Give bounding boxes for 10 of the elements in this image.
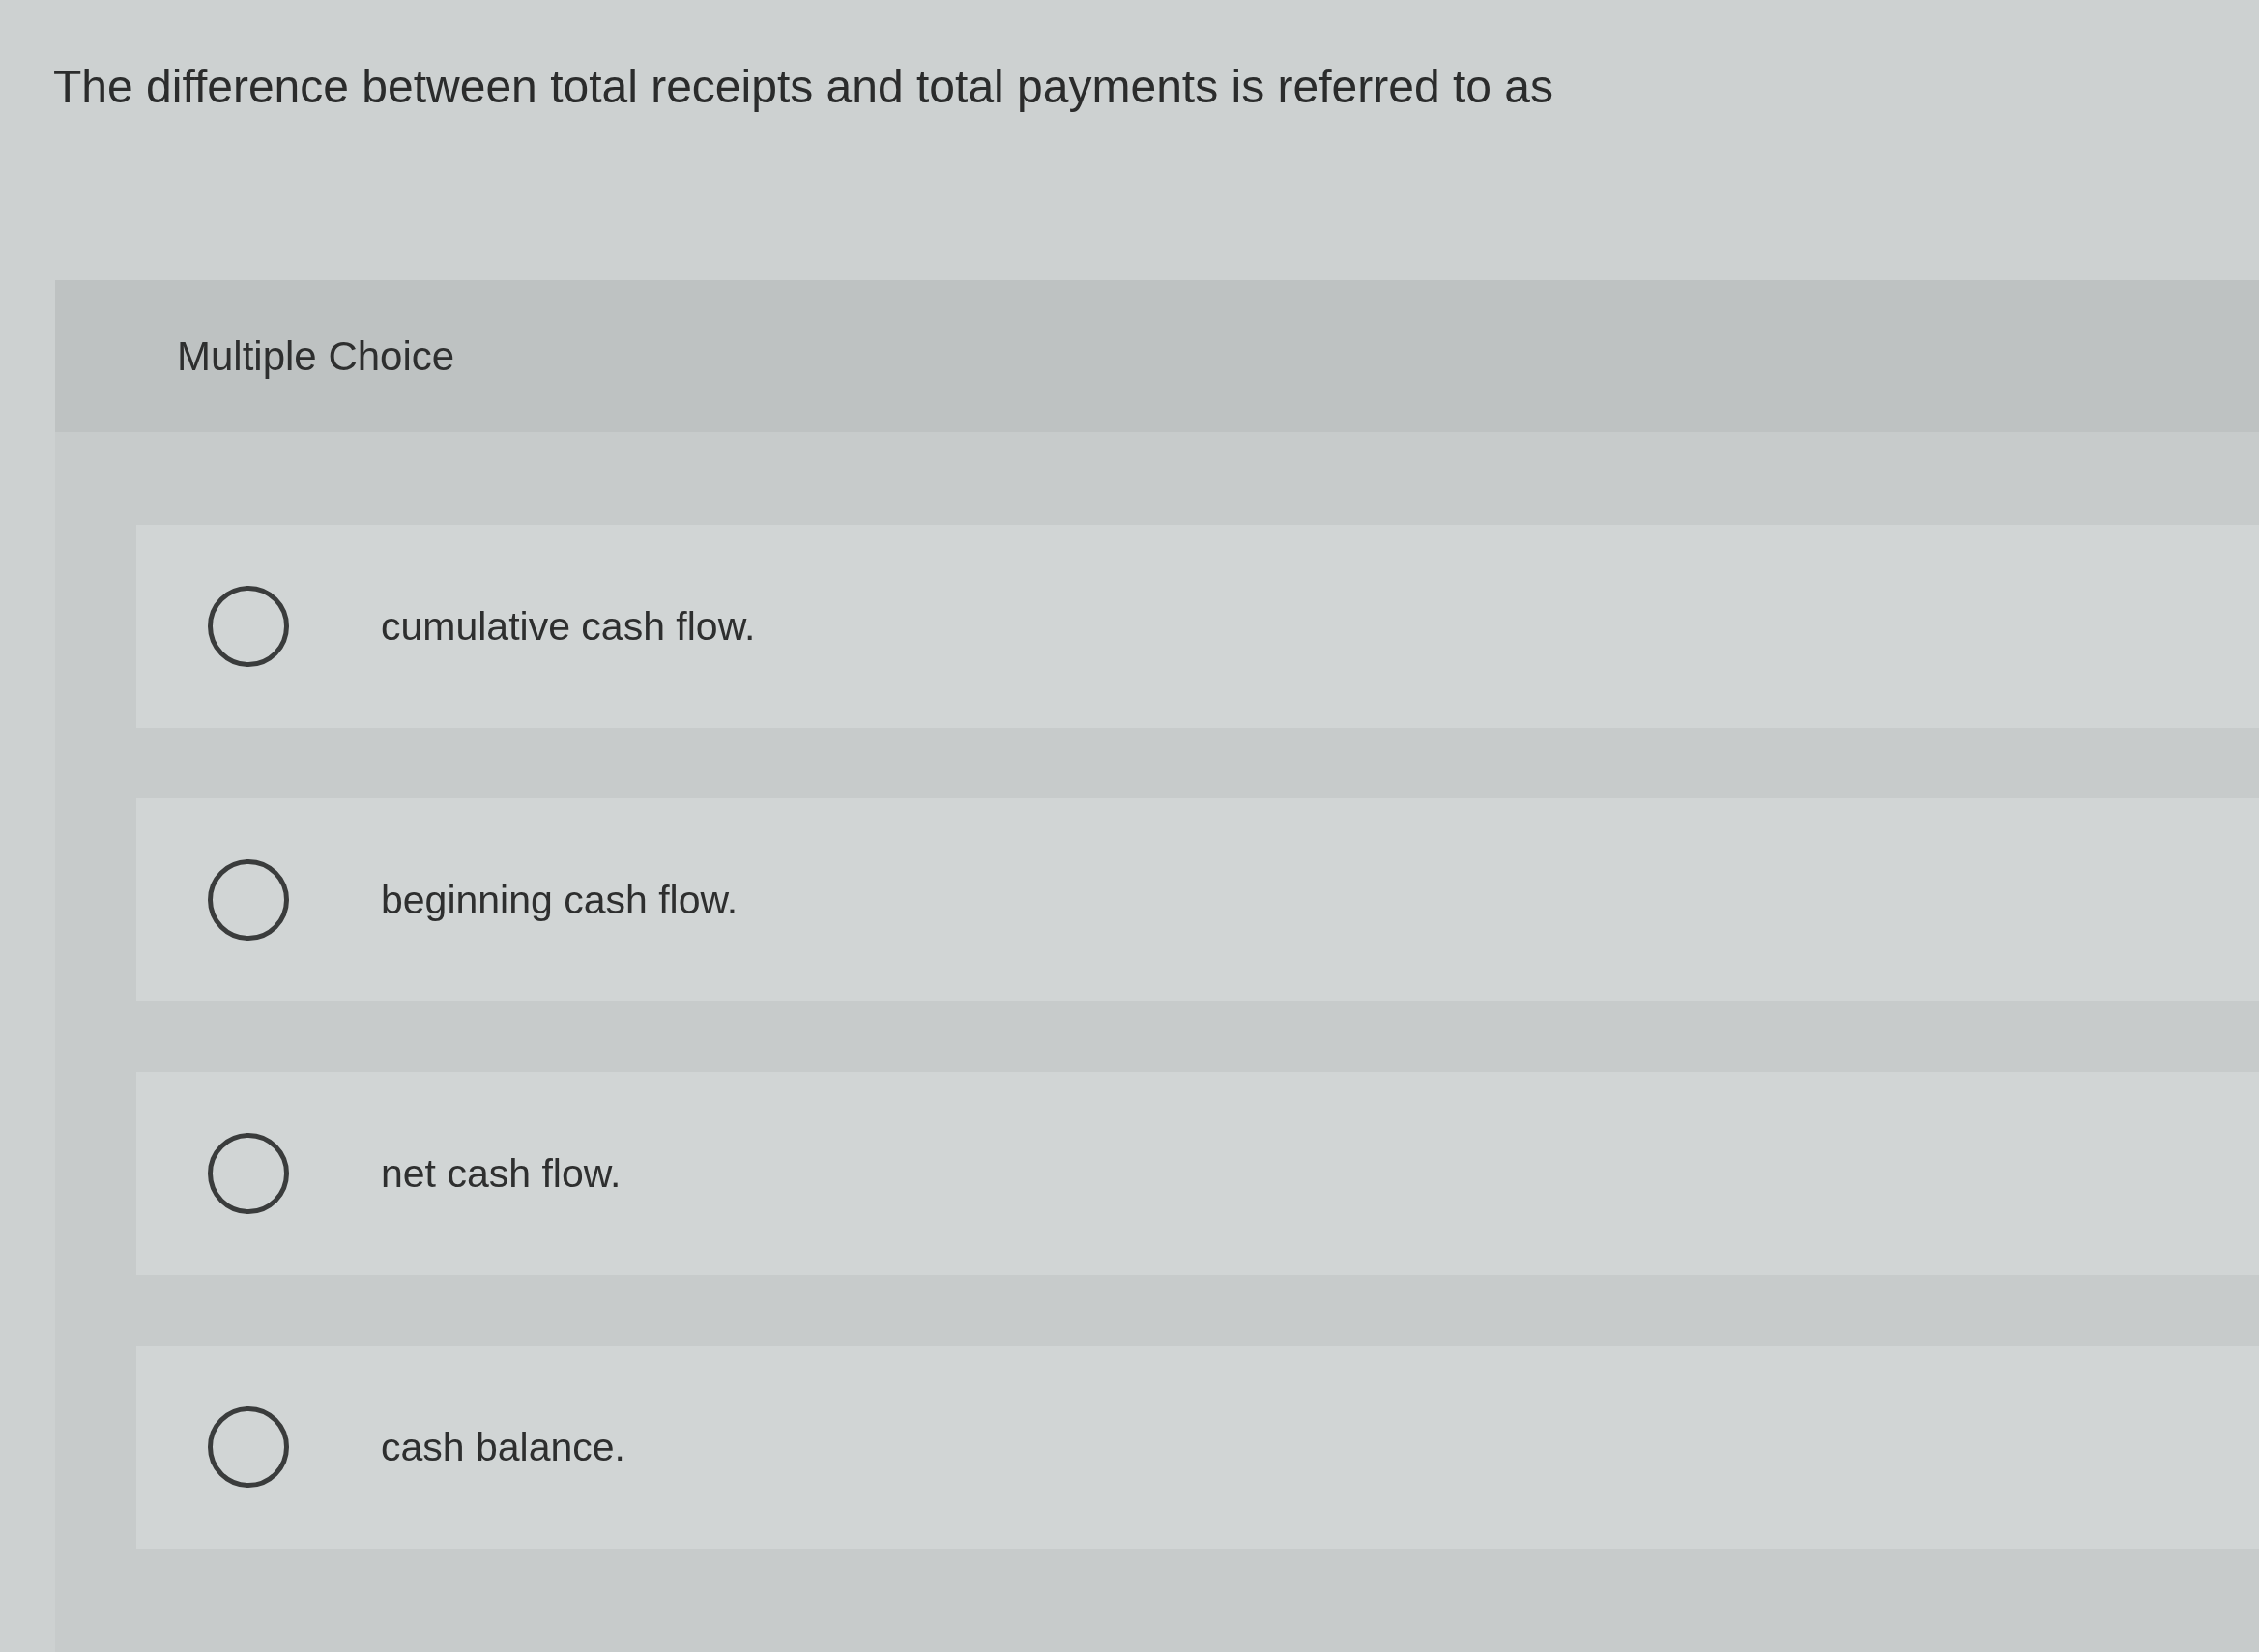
- option-label: cash balance.: [381, 1424, 625, 1470]
- option-label: beginning cash flow.: [381, 877, 739, 923]
- panel-title: Multiple Choice: [177, 333, 455, 380]
- question-text: The difference between total receipts and total payments is referred to as: [53, 60, 1553, 114]
- option-label: cumulative cash flow.: [381, 603, 756, 650]
- radio-button[interactable]: [208, 1133, 289, 1215]
- radio-button[interactable]: [208, 1406, 289, 1489]
- option-label: net cash flow.: [381, 1150, 622, 1197]
- radio-button[interactable]: [208, 586, 289, 668]
- radio-button[interactable]: [208, 859, 289, 942]
